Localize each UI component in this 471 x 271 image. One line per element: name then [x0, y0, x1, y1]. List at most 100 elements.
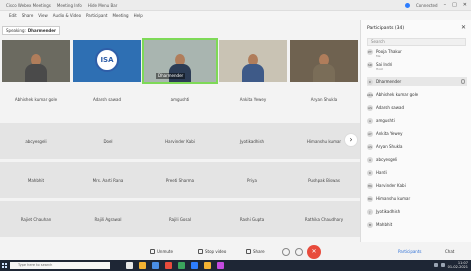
stop-video-button[interactable]: Stop video: [198, 247, 226, 256]
app-icon[interactable]: [217, 262, 224, 269]
close-window-button[interactable]: ✕: [463, 2, 467, 9]
network-icon[interactable]: [433, 263, 438, 267]
strip-name-1: Abhishek kumar gole: [14, 97, 58, 102]
menu-participant[interactable]: Participant: [86, 13, 107, 18]
tile-name: Priya: [247, 177, 257, 183]
avatar: A: [367, 156, 373, 163]
participant-text: Sai Indri Host: [376, 62, 392, 71]
participant-row-cohost[interactable]: SD Sai Indri Host: [367, 62, 467, 75]
participant-tile[interactable]: Preeti Sharma: [144, 162, 216, 198]
office-icon[interactable]: [165, 262, 172, 269]
menu-share[interactable]: Share: [22, 13, 34, 18]
participant-tile[interactable]: Rashi Gupta: [216, 201, 288, 237]
participant-text: Pooja Thakur Me: [376, 49, 402, 58]
camera-icon: [198, 249, 203, 254]
participant-tile[interactable]: Harvinder Kabi: [144, 123, 216, 159]
hide-menu-bar-tab[interactable]: Hide Menu Bar: [88, 2, 117, 9]
menu-meeting[interactable]: Meeting: [112, 13, 128, 18]
participant-tile[interactable]: Rajiet Chauhan: [0, 201, 72, 237]
connection-status[interactable]: Connected: [416, 2, 438, 9]
participant-tile[interactable]: Rajili Gosal: [144, 201, 216, 237]
speaking-name: Dharmender: [27, 28, 56, 33]
tile-name: Doel: [103, 138, 113, 144]
video-thumb-3-active[interactable]: Dharmender: [142, 38, 218, 84]
webex-icon[interactable]: [191, 262, 198, 269]
reactions-button[interactable]: [282, 248, 290, 256]
title-right: Connected – □ ✕: [405, 2, 467, 9]
windows-start-icon[interactable]: [2, 263, 7, 268]
stop-video-label: Stop video: [205, 249, 227, 254]
edge-browser-icon[interactable]: [152, 262, 159, 269]
volume-icon[interactable]: [440, 263, 445, 267]
participant-tile[interactable]: Mrs. Aarti Rana: [72, 162, 144, 198]
avatar: HK: [367, 195, 373, 202]
close-panel-button[interactable]: ✕: [461, 24, 466, 31]
microphone-icon: [461, 79, 465, 84]
participant-tile[interactable]: abcyesgeli: [0, 123, 72, 159]
participant-tile[interactable]: Pushpak Biswas: [288, 162, 360, 198]
participant-row[interactable]: D Dharmender: [367, 77, 467, 86]
menu-help[interactable]: Help: [134, 13, 143, 18]
video-thumb-2[interactable]: ISA: [73, 40, 141, 82]
file-explorer-icon[interactable]: [139, 262, 146, 269]
share-button[interactable]: Share: [246, 247, 265, 256]
participant-tile[interactable]: Priya: [216, 162, 288, 198]
menu-edit[interactable]: Edit: [9, 13, 17, 18]
webex-window: Cisco Webex Meetings Meeting Info Hide M…: [0, 0, 471, 271]
video-thumb-5[interactable]: [290, 40, 358, 82]
participant-row[interactable]: HK Himanshu kumar: [367, 194, 467, 203]
participant-row[interactable]: AS Adarsh sawad: [367, 103, 467, 112]
maximize-button[interactable]: □: [452, 2, 457, 9]
avatar: AS: [367, 143, 373, 150]
avatar: D: [367, 169, 373, 176]
avatar: AKG: [366, 91, 374, 98]
chrome-icon[interactable]: [204, 262, 211, 269]
tile-name: Pushpak Biswas: [308, 177, 340, 183]
menu-bar: Edit Share View Audio & Video Participan…: [0, 11, 471, 20]
participant-tile[interactable]: Jyotikadhish: [216, 123, 288, 159]
speaking-indicator: Speaking: Dharmender: [2, 26, 60, 35]
task-view-icon[interactable]: [126, 262, 133, 269]
participant-row[interactable]: A abcyesgeli: [367, 155, 467, 164]
leave-meeting-button[interactable]: ✕: [307, 245, 321, 259]
participant-row[interactable]: HK Harvinder Kabi: [367, 181, 467, 190]
microphone-icon: [150, 249, 155, 254]
minimize-button[interactable]: –: [444, 2, 447, 9]
clock-date: 01-02-2021: [447, 265, 468, 269]
strip-name-3: amgushti: [170, 97, 190, 102]
participant-tile[interactable]: Rajili Agrawal: [72, 201, 144, 237]
participants-title: Participants (34): [367, 26, 405, 31]
participant-row[interactable]: J Jyotikadhish: [367, 207, 467, 216]
next-page-button[interactable]: ›: [344, 133, 358, 147]
participant-body: [242, 64, 264, 82]
video-thumb-4[interactable]: [219, 40, 287, 82]
video-thumb-1[interactable]: [2, 40, 70, 82]
participant-row[interactable]: A amgushti: [367, 116, 467, 125]
more-options-button[interactable]: [295, 248, 303, 256]
menu-audio-video[interactable]: Audio & Video: [53, 13, 81, 18]
participant-row[interactable]: M Mahbhit: [367, 220, 467, 229]
clock[interactable]: 11:07 01-02-2021: [448, 261, 468, 269]
menu-view[interactable]: View: [38, 13, 48, 18]
participant-row-host[interactable]: PT Pooja Thakur Me: [367, 49, 467, 62]
participant-tile[interactable]: Rathika Chaudhary: [288, 201, 360, 237]
participant-row[interactable]: AS Aryan Shukla: [367, 142, 467, 151]
excel-icon[interactable]: [178, 262, 185, 269]
taskbar-search-input[interactable]: Type here to search: [10, 262, 110, 269]
participant-search-input[interactable]: Search: [367, 38, 466, 46]
participant-row[interactable]: D Hardi: [367, 168, 467, 177]
video-name-tag: Dharmender: [156, 73, 186, 79]
participant-tile[interactable]: Doel: [72, 123, 144, 159]
participants-toggle-button[interactable]: Participants: [398, 248, 422, 255]
meeting-info-tab[interactable]: Meeting Info: [57, 2, 82, 9]
participant-tile[interactable]: Mahbhit: [0, 162, 72, 198]
participant-role: Host: [376, 67, 383, 71]
chat-toggle-button[interactable]: Chat: [445, 248, 454, 255]
system-tray: 11:07 01-02-2021: [433, 261, 468, 269]
close-icon: ✕: [311, 248, 317, 255]
participant-row[interactable]: AKG Abhishek kumar gole: [367, 90, 467, 99]
unmute-button[interactable]: Unmute: [150, 247, 173, 256]
participant-row[interactable]: AY Ankita Yewey: [367, 129, 467, 138]
strip-name-4: Ankita Yewey: [239, 97, 267, 102]
participant-figure: [23, 52, 49, 82]
